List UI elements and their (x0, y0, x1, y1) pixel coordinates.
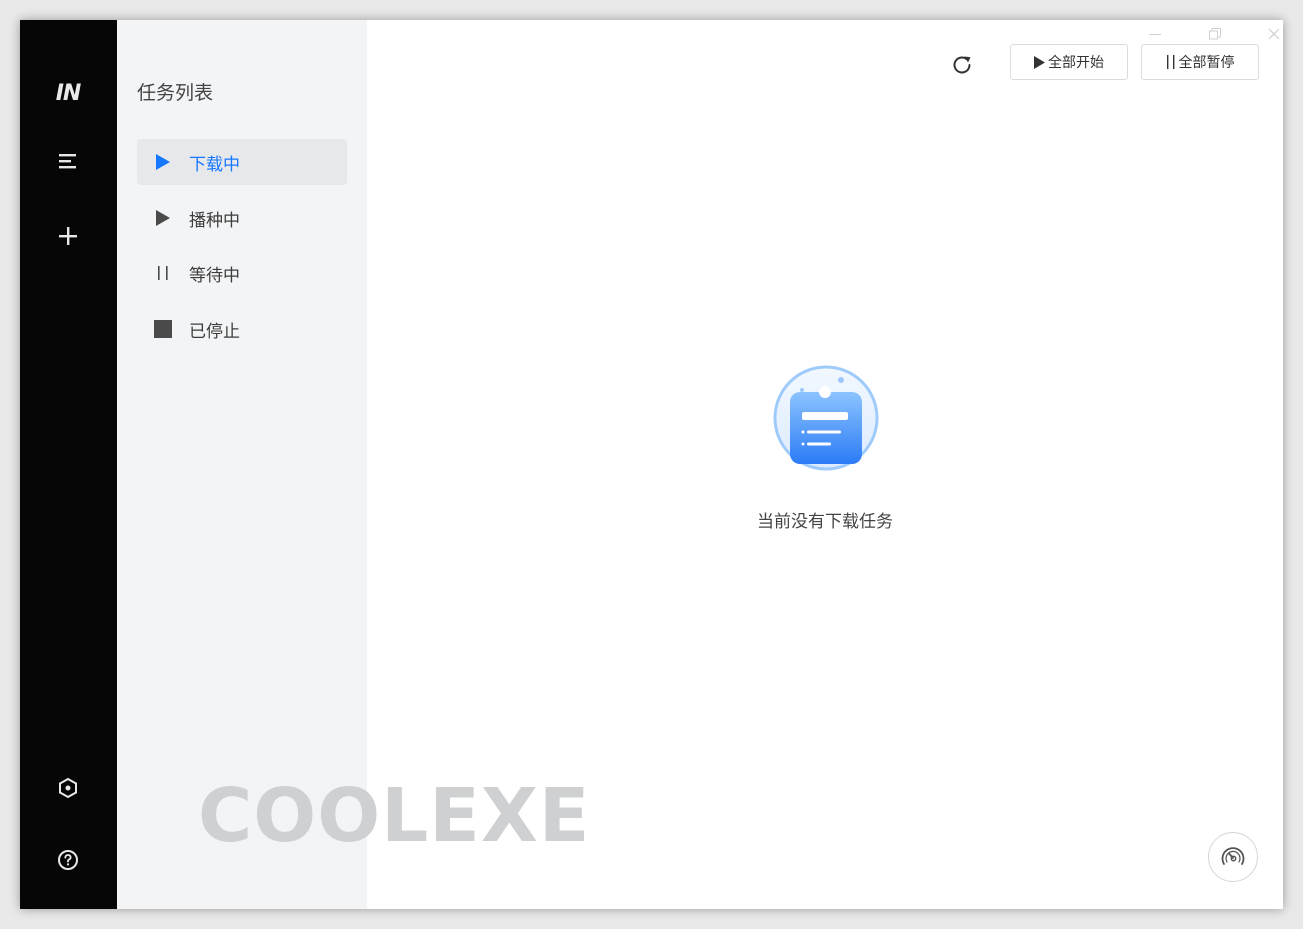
refresh-button[interactable] (947, 50, 977, 80)
empty-state-message: 当前没有下载任务 (757, 512, 893, 532)
pause-all-button[interactable]: 全部暂停 (1141, 44, 1259, 80)
nav-item-label: 播种中 (189, 211, 240, 231)
plus-icon (59, 227, 77, 245)
play-icon (153, 152, 173, 172)
sidebar-title: 任务列表 (137, 82, 214, 104)
app-logo: IN (55, 80, 82, 106)
icon-rail: IN (20, 20, 117, 909)
refresh-icon (953, 56, 971, 74)
stop-icon (153, 319, 173, 339)
speed-limit-button[interactable] (1208, 832, 1258, 882)
empty-state-illustration (772, 364, 880, 472)
play-icon (153, 208, 173, 228)
menu-button[interactable] (48, 141, 88, 181)
menu-icon (59, 154, 76, 169)
pause-all-label: 全部暂停 (1178, 55, 1235, 71)
restore-icon (1209, 28, 1221, 40)
pause-icon (1166, 55, 1176, 69)
nav-item-label: 等待中 (189, 266, 240, 286)
watermark-logo: COOLEXE (198, 773, 591, 859)
maximize-button[interactable] (1203, 24, 1227, 44)
app-window: IN 任务列表 下载中 播种中 等待中 已停止 全部开始 全部暂停 当前没有下载… (20, 20, 1283, 909)
settings-button[interactable] (48, 768, 88, 808)
close-icon (1268, 28, 1280, 40)
speedometer-icon (1221, 847, 1245, 865)
minimize-icon (1149, 34, 1161, 35)
settings-hex-icon (59, 777, 77, 799)
empty-task-icon (773, 365, 879, 471)
play-icon (1034, 55, 1045, 69)
nav-item-label: 下载中 (189, 155, 240, 175)
add-task-button[interactable] (48, 216, 88, 256)
nav-item-stopped[interactable]: 已停止 (137, 306, 347, 352)
close-button[interactable] (1262, 24, 1283, 44)
start-all-button[interactable]: 全部开始 (1010, 44, 1128, 80)
minimize-button[interactable] (1143, 24, 1167, 44)
nav-item-waiting[interactable]: 等待中 (137, 250, 347, 296)
nav-item-label: 已停止 (189, 322, 240, 342)
nav-item-downloading[interactable]: 下载中 (137, 139, 347, 185)
help-button[interactable] (48, 840, 88, 880)
help-circle-icon (58, 850, 78, 870)
pause-icon (153, 263, 173, 283)
start-all-label: 全部开始 (1048, 55, 1104, 71)
nav-item-seeding[interactable]: 播种中 (137, 195, 347, 241)
